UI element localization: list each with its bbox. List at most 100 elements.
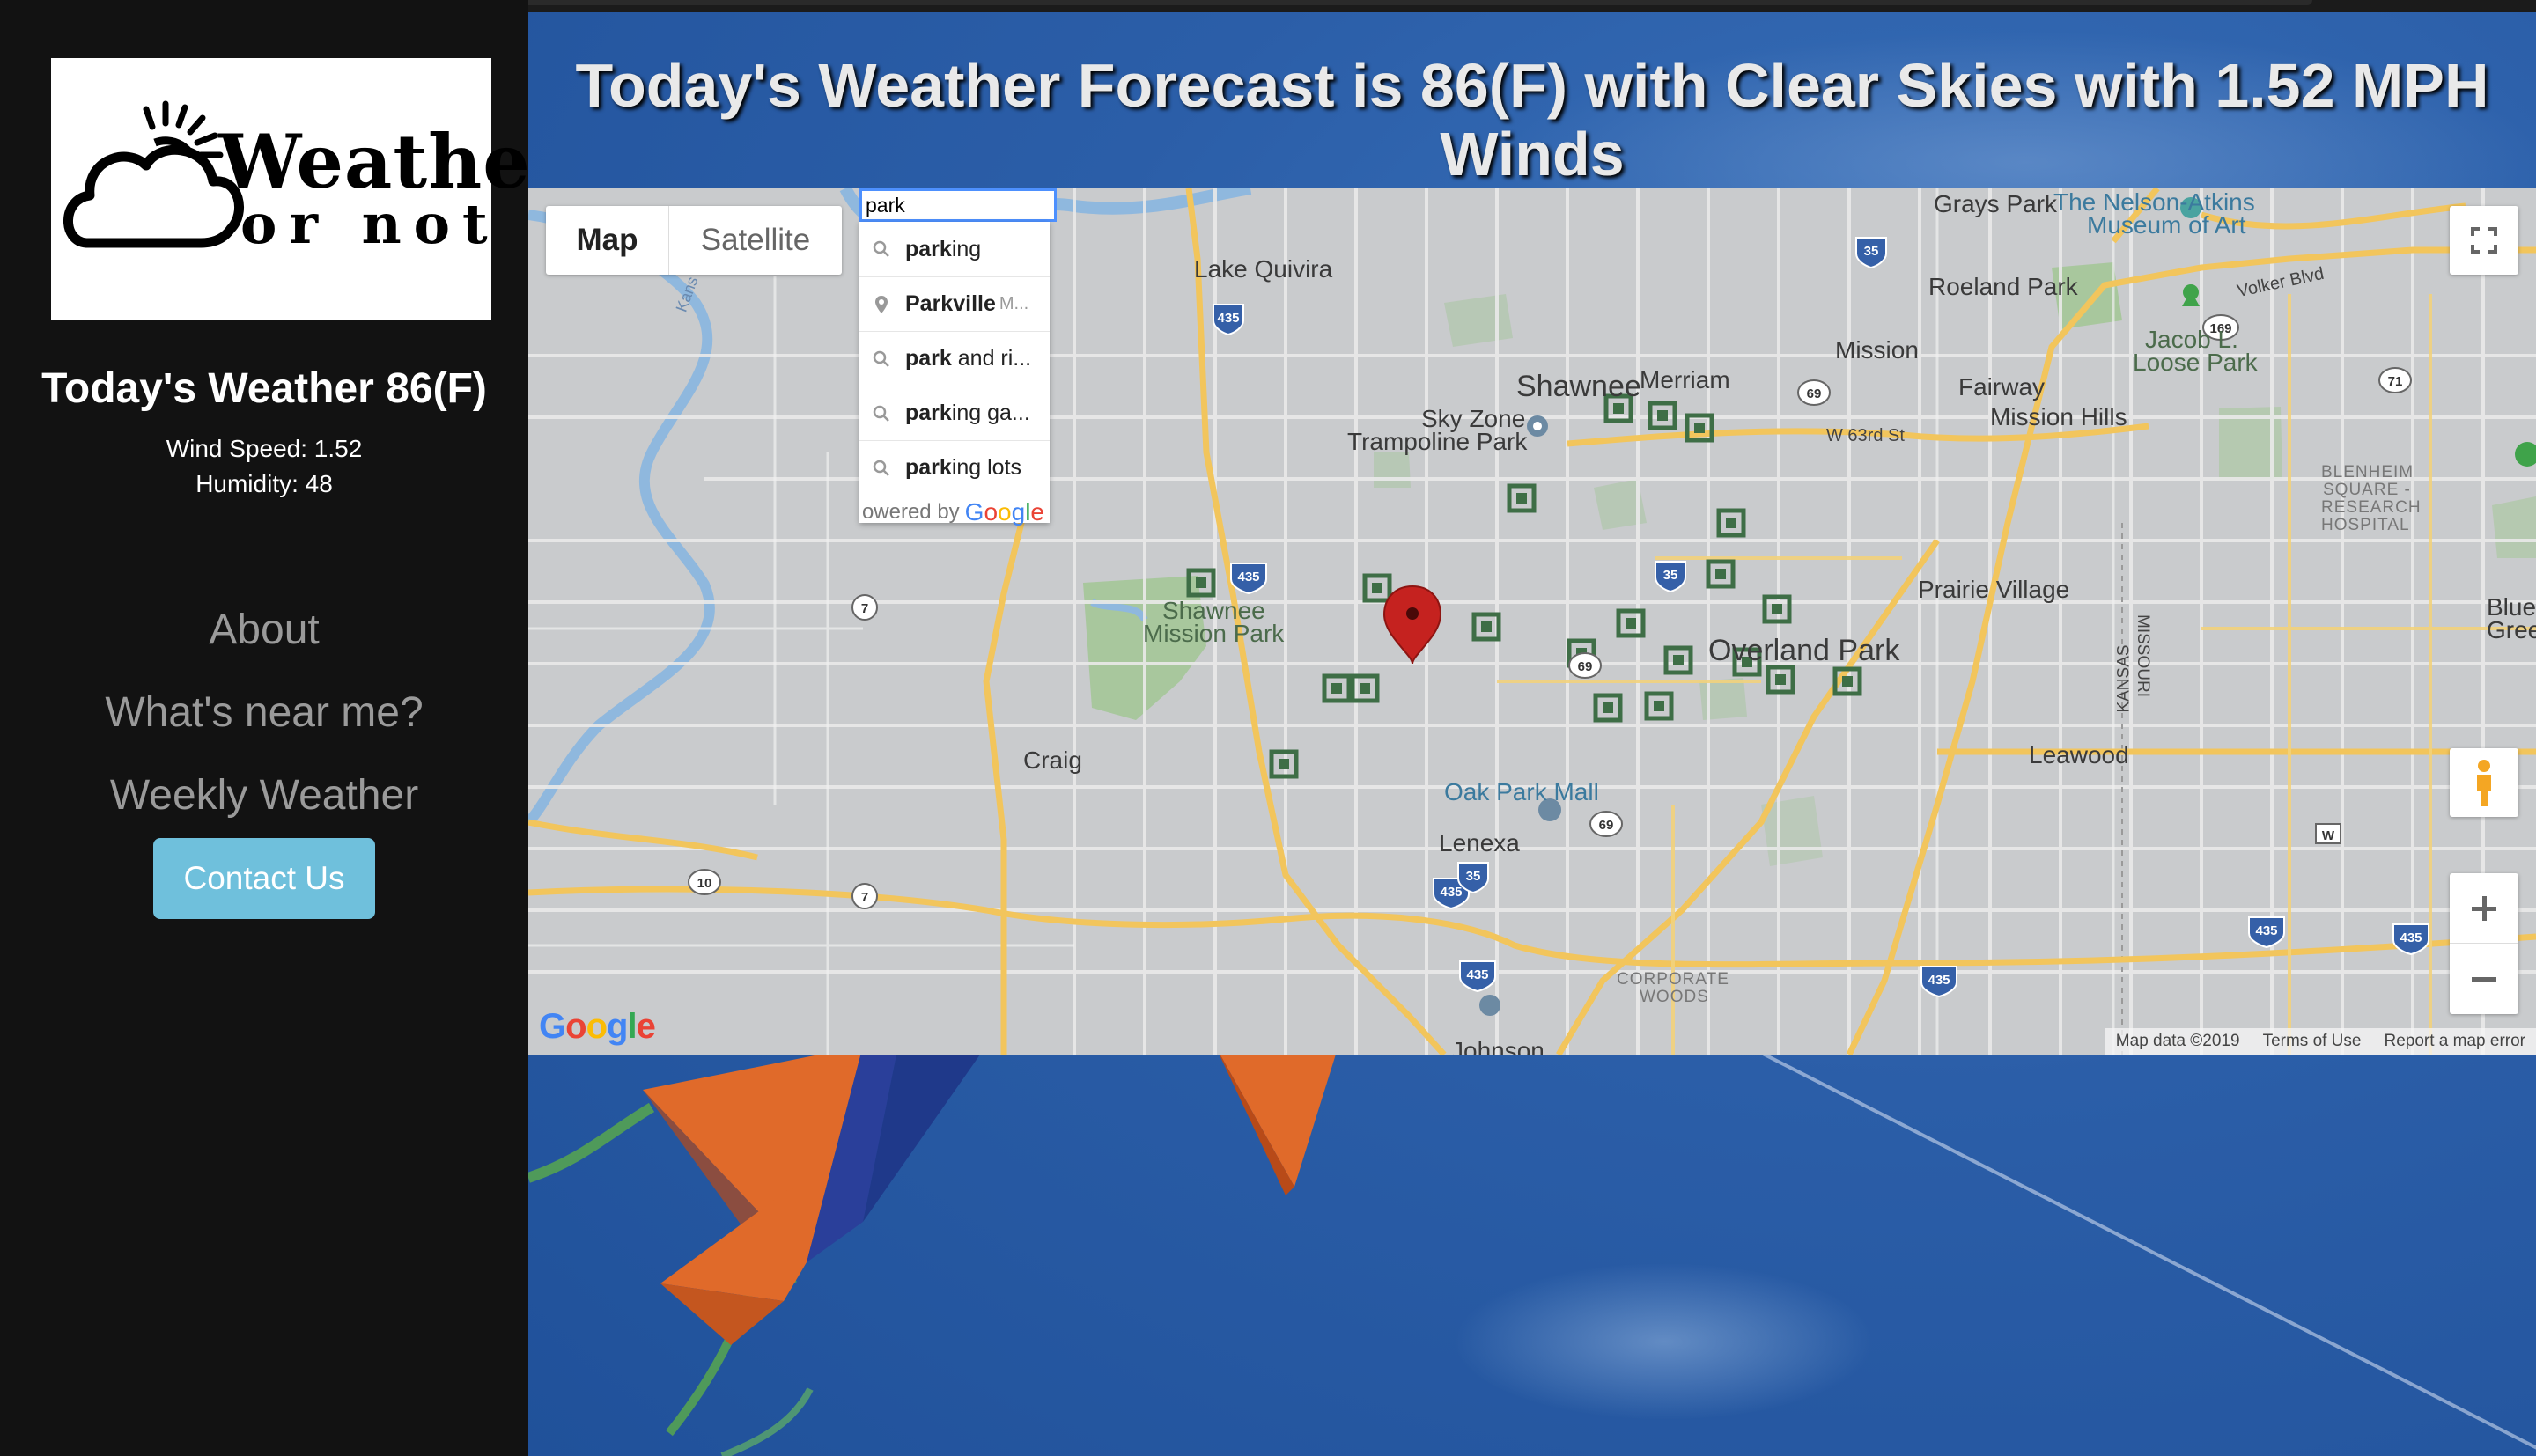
svg-text:71: 71 xyxy=(2388,374,2403,389)
powered-by-text: owered by xyxy=(861,500,960,524)
svg-text:35: 35 xyxy=(1466,869,1481,884)
sidebar: Weather or not Today's Weather 86(F) Win… xyxy=(0,0,570,1456)
autocomplete-match: Park xyxy=(905,291,954,316)
svg-text:435: 435 xyxy=(1237,570,1259,585)
autocomplete-secondary: M... xyxy=(999,294,1029,313)
map-label-nelson-atkins-2: Museum of Art xyxy=(2087,211,2246,239)
map-type-map-button[interactable]: Map xyxy=(546,206,669,275)
search-icon xyxy=(873,350,889,367)
autocomplete-item[interactable]: Park ville M... xyxy=(859,276,1050,331)
search-icon xyxy=(873,460,889,476)
map-type-satellite-button[interactable]: Satellite xyxy=(669,206,842,275)
zoom-out-button[interactable] xyxy=(2450,944,2518,1014)
autocomplete-match: park xyxy=(905,455,952,480)
today-weather-title: Today's Weather 86(F) xyxy=(41,365,487,412)
map-label-blenheim-1: BLENHEIM xyxy=(2321,463,2414,482)
map-label-merriam: Merriam xyxy=(1640,366,1730,393)
svg-text:69: 69 xyxy=(1578,659,1593,674)
fullscreen-button[interactable] xyxy=(2450,206,2518,275)
map-label-grays-park: Grays Park xyxy=(1934,190,2058,217)
autocomplete-match: park xyxy=(905,236,952,261)
map-label-blenheim-3: RESEARCH xyxy=(2321,498,2422,517)
svg-text:435: 435 xyxy=(1466,967,1488,982)
svg-text:W: W xyxy=(2322,828,2335,843)
wind-speed: Wind Speed: 1.52 xyxy=(166,435,363,462)
autocomplete-rest: ville xyxy=(953,291,996,316)
map-data-credit: Map data ©2019 xyxy=(2115,1032,2240,1050)
autocomplete-match: park xyxy=(905,346,952,371)
pegman-icon xyxy=(2477,760,2491,806)
street-view-pegman-button[interactable] xyxy=(2450,748,2518,817)
map-label-kansas: KANSAS xyxy=(2114,644,2134,713)
main-content: Today's Weather Forecast is 86(F) with C… xyxy=(528,12,2536,1456)
svg-text:69: 69 xyxy=(1599,818,1614,833)
zoom-control xyxy=(2450,873,2518,1014)
pin-icon xyxy=(875,296,888,313)
contact-us-button[interactable]: Contact Us xyxy=(153,838,375,919)
autocomplete-dropdown: park ing Park ville M... park and ri... par… xyxy=(859,222,1050,526)
powered-by-google: owered by Google xyxy=(859,495,1050,530)
map-label-oak-park-mall: Oak Park Mall xyxy=(1444,778,1599,805)
google-map-logo: Google xyxy=(539,1007,656,1046)
autocomplete-item[interactable]: park ing lots xyxy=(859,440,1050,495)
autocomplete-item[interactable]: park ing ga... xyxy=(859,386,1050,440)
map-label-shawnee: Shawnee xyxy=(1516,370,1641,403)
map-canvas[interactable]: 435 35 435 35 435 35 435 435 435 435 71 … xyxy=(528,188,2536,1055)
autocomplete-item[interactable]: park ing xyxy=(859,222,1050,276)
map-label-johnson: Johnson xyxy=(1451,1037,1544,1055)
logo[interactable]: Weather or not xyxy=(51,58,570,320)
autocomplete-item[interactable]: park and ri... xyxy=(859,331,1050,386)
search-icon xyxy=(873,405,889,422)
report-map-error-link[interactable]: Report a map error xyxy=(2384,1032,2525,1051)
map-label-shawnee-mission-2: Mission Park xyxy=(1143,620,1285,647)
svg-text:435: 435 xyxy=(1440,885,1462,900)
nav-about[interactable]: About xyxy=(0,606,528,654)
autocomplete-rest: ing lots xyxy=(951,455,1022,480)
autocomplete-rest: and ri... xyxy=(951,346,1032,371)
zoom-in-button[interactable] xyxy=(2450,873,2518,944)
map-label-roeland-park: Roeland Park xyxy=(1928,273,2078,300)
map-label-lake-quivira: Lake Quivira xyxy=(1194,255,1333,283)
map-label-craig: Craig xyxy=(1023,746,1082,774)
map-label-leawood: Leawood xyxy=(2029,741,2129,768)
map-label-mission: Mission xyxy=(1835,336,1919,364)
terms-of-use-link[interactable]: Terms of Use xyxy=(2263,1032,2362,1051)
map-label-missouri: MISSOURI xyxy=(2133,614,2152,697)
svg-text:10: 10 xyxy=(697,876,712,891)
svg-text:35: 35 xyxy=(1663,568,1678,583)
logo-word-or-not: or not xyxy=(240,192,500,256)
map-label-blue-2: Gree xyxy=(2487,616,2536,643)
nav-weekly-weather[interactable]: Weekly Weather xyxy=(0,771,528,820)
autocomplete-rest: ing xyxy=(951,236,982,261)
svg-text:7: 7 xyxy=(861,890,868,905)
kite-photo xyxy=(528,1055,1336,1456)
svg-text:7: 7 xyxy=(861,601,868,616)
location-marker-icon xyxy=(1382,585,1442,665)
map-label-overland-park: Overland Park xyxy=(1708,634,1900,667)
search-icon xyxy=(873,240,889,257)
map-label-fairway: Fairway xyxy=(1958,373,2046,401)
plus-icon xyxy=(2472,895,2496,921)
humidity: Humidity: 48 xyxy=(195,470,333,497)
map-label-jacob-2: Loose Park xyxy=(2133,349,2258,376)
minus-icon xyxy=(2472,977,2496,982)
map-label-prairie-village: Prairie Village xyxy=(1918,576,2070,603)
map-label-w63: W 63rd St xyxy=(1826,426,1905,445)
map-search-input[interactable] xyxy=(859,188,1057,222)
svg-text:435: 435 xyxy=(1928,973,1950,988)
svg-text:69: 69 xyxy=(1807,386,1822,401)
autocomplete-match: park xyxy=(905,401,952,425)
map-label-lenexa: Lenexa xyxy=(1439,829,1520,857)
shield-435-a: 435 xyxy=(1217,311,1239,326)
fullscreen-icon xyxy=(2471,227,2497,254)
map-type-control: Map Satellite xyxy=(546,206,842,275)
powered-by-google-logo: Google xyxy=(964,498,1044,526)
nav-whats-near-me[interactable]: What's near me? xyxy=(0,688,528,737)
map-label-sky-zone-2: Trampoline Park xyxy=(1347,428,1528,455)
map-label-mission-hills: Mission Hills xyxy=(1990,403,2127,430)
google-map[interactable]: 435 35 435 35 435 35 435 435 435 435 71 … xyxy=(528,188,2536,1055)
forecast-headline: Today's Weather Forecast is 86(F) with C… xyxy=(575,51,2489,188)
svg-text:35: 35 xyxy=(1864,244,1879,259)
autocomplete-rest: ing ga... xyxy=(951,401,1030,425)
map-label-blenheim-4: HOSPITAL xyxy=(2321,516,2410,534)
